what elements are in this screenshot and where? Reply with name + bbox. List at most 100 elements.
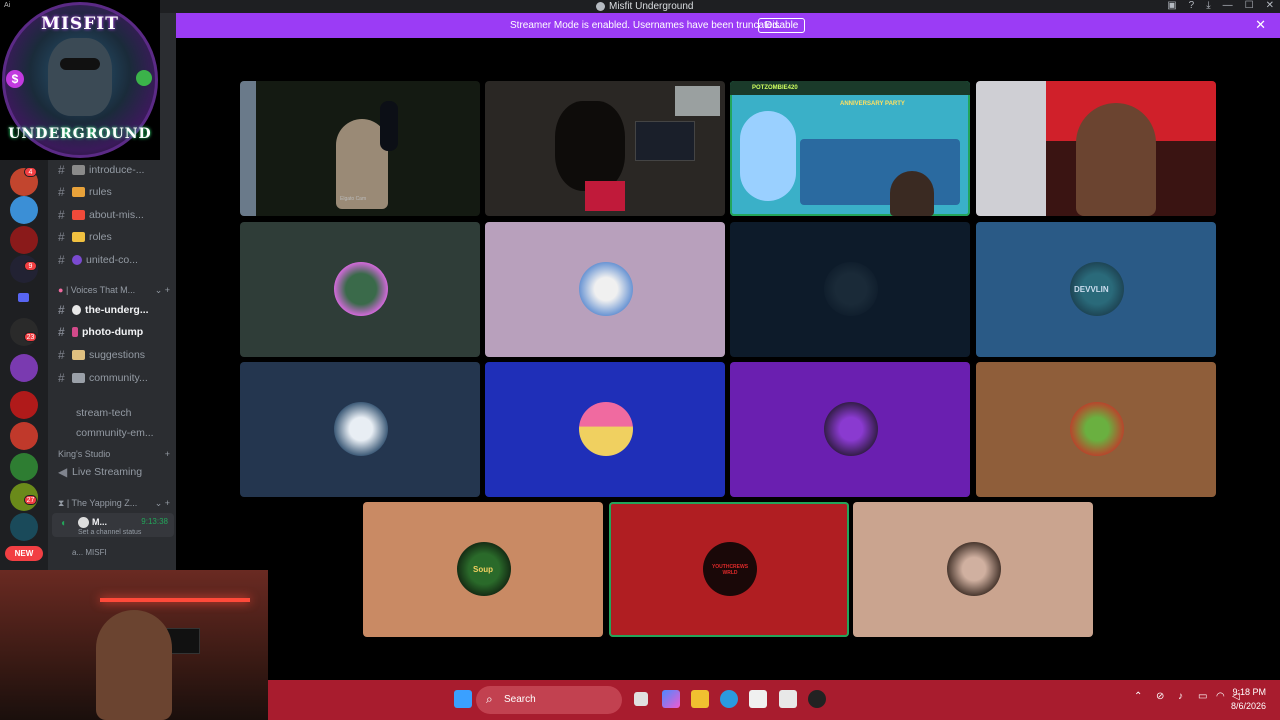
channel-about[interactable]: # about-mis... (58, 205, 170, 225)
taskbar-clock[interactable]: 9:18 PM 8/6/2026 (1231, 685, 1266, 713)
white-wall (976, 81, 1046, 216)
display-icon[interactable]: ▭ (1198, 691, 1207, 702)
inbox-icon[interactable]: ▣ (1167, 0, 1176, 11)
download-icon[interactable]: ⤓ (1206, 0, 1210, 11)
server-icon[interactable] (10, 196, 38, 224)
video-tile-screen-share[interactable]: POTZOMBIE420 ANNIVERSARY PARTY (730, 81, 970, 216)
file-explorer-icon[interactable] (691, 690, 709, 708)
video-tile-avatar[interactable] (485, 222, 725, 357)
category-yapping[interactable]: ⧗ | The Yapping Z... ⌄ + (58, 498, 170, 509)
channel-community-em[interactable]: community-em... (76, 423, 188, 443)
streamer-name-text: POTZOMBIE420 (752, 85, 798, 91)
skull-avatar-icon (78, 517, 89, 528)
new-badge[interactable]: NEW (5, 546, 43, 561)
server-icon[interactable] (10, 226, 38, 254)
video-tile-avatar[interactable] (240, 222, 480, 357)
close-banner-icon[interactable]: ✕ (1255, 17, 1266, 33)
store-icon[interactable] (749, 690, 767, 708)
copilot-icon[interactable] (662, 690, 680, 708)
hash-icon: # (58, 185, 65, 199)
video-tile-avatar[interactable]: Soup (363, 502, 603, 637)
user-avatar (824, 402, 878, 456)
channel-emoji-icon (72, 165, 85, 175)
video-tile-avatar[interactable]: DEVVLIN (976, 222, 1216, 357)
category-kings-studio[interactable]: King's Studio + (58, 449, 170, 459)
video-tile-camera[interactable] (485, 81, 725, 216)
monitor-shape (635, 121, 695, 161)
voice-channel-live-streaming[interactable]: ◀ Live Streaming (58, 462, 170, 482)
folder-icon[interactable] (18, 293, 29, 302)
network-icon[interactable]: ⊘ (1156, 691, 1164, 702)
channel-rules[interactable]: # rules (58, 182, 170, 202)
taskbar-search[interactable]: ⌕ Search (476, 686, 622, 714)
voice-user-row[interactable]: ◖ M... 9:13:38 Set a channel status (52, 513, 174, 537)
hash-icon: # (58, 325, 65, 339)
channel-united[interactable]: # united-co... (58, 250, 170, 270)
server-icon[interactable] (10, 422, 38, 450)
channel-label: community-em... (76, 427, 154, 439)
window-title-text: Misfit Underground (609, 1, 694, 12)
camera-icon (72, 327, 78, 337)
channel-emoji-icon (72, 255, 82, 265)
microphone-icon[interactable]: ♪ (1178, 691, 1183, 702)
disable-streamer-mode-button[interactable]: Disable (758, 18, 806, 33)
channel-stream-tech[interactable]: stream-tech (76, 403, 188, 423)
streamer-person (96, 610, 172, 720)
add-channel-icon[interactable]: + (165, 449, 170, 459)
channel-roles[interactable]: # roles (58, 227, 170, 247)
list-panel (800, 139, 960, 205)
logo-top-text: MISFIT (41, 14, 119, 34)
category-label: | Voices That M... (65, 285, 136, 295)
category-actions[interactable]: ⌄ + (155, 498, 170, 509)
window-titlebar: Misfit Underground ▣ ? ⤓ — ☐ ✕ (0, 0, 1280, 13)
video-tile-avatar[interactable] (853, 502, 1093, 637)
obs-icon[interactable] (808, 690, 826, 708)
channel-photo-dump[interactable]: # photo-dump (58, 322, 170, 342)
server-icon[interactable] (10, 513, 38, 541)
server-icon[interactable] (10, 354, 38, 382)
mention-badge: 4 (24, 167, 37, 177)
server-icon[interactable] (10, 453, 38, 481)
window-light (240, 81, 256, 216)
channel-introduce[interactable]: # introduce-... (58, 160, 170, 180)
video-tile-camera[interactable]: Elgato Cam (240, 81, 480, 216)
category-actions[interactable]: ⌄ + (155, 285, 170, 296)
hash-icon: # (58, 371, 65, 385)
avatar-text: YOUTHCREWS WRLD (711, 564, 749, 576)
channel-label: suggestions (89, 349, 146, 361)
channel-label: about-mis... (89, 209, 144, 221)
video-tile-avatar[interactable]: YOUTHCREWS WRLD (609, 502, 849, 637)
maximize-button[interactable]: ☐ (1245, 0, 1254, 11)
hash-icon: # (58, 303, 65, 317)
edge-icon[interactable] (720, 690, 738, 708)
wifi-icon[interactable]: ◠ (1216, 691, 1225, 702)
channel-community[interactable]: # community... (58, 368, 170, 388)
video-tile-avatar[interactable] (240, 362, 480, 497)
channel-label: community... (89, 372, 148, 384)
video-tile-camera[interactable] (976, 81, 1216, 216)
task-view-icon[interactable] (634, 692, 648, 706)
video-tile-avatar[interactable] (730, 362, 970, 497)
window-blinds (675, 86, 720, 116)
mention-badge: 23 (24, 332, 37, 342)
streamer-webcam-overlay (0, 570, 268, 720)
windows-start-icon[interactable] (454, 690, 472, 708)
video-tile-avatar[interactable] (730, 222, 970, 357)
close-window-button[interactable]: ✕ (1266, 0, 1274, 11)
video-tile-avatar[interactable] (485, 362, 725, 497)
category-voices[interactable]: ● | Voices That M... ⌄ + (58, 285, 170, 296)
minimize-button[interactable]: — (1223, 0, 1233, 11)
chevron-up-icon[interactable]: ⌃ (1134, 691, 1142, 702)
channel-suggestions[interactable]: # suggestions (58, 345, 170, 365)
channel-status-prompt[interactable]: Set a channel status (78, 529, 141, 536)
channel-label: stream-tech (76, 407, 132, 419)
clock-date: 8/6/2026 (1230, 701, 1266, 711)
notepad-icon[interactable] (779, 690, 797, 708)
hash-icon: # (58, 208, 65, 222)
channel-the-underground[interactable]: # the-underg... (58, 300, 170, 320)
server-icon[interactable] (10, 391, 38, 419)
discord-icon (596, 2, 605, 11)
help-icon[interactable]: ? (1189, 0, 1195, 11)
server-logo-overlay: $ MISFIT UNDERGROUND Ai (0, 0, 160, 160)
video-tile-avatar[interactable] (976, 362, 1216, 497)
